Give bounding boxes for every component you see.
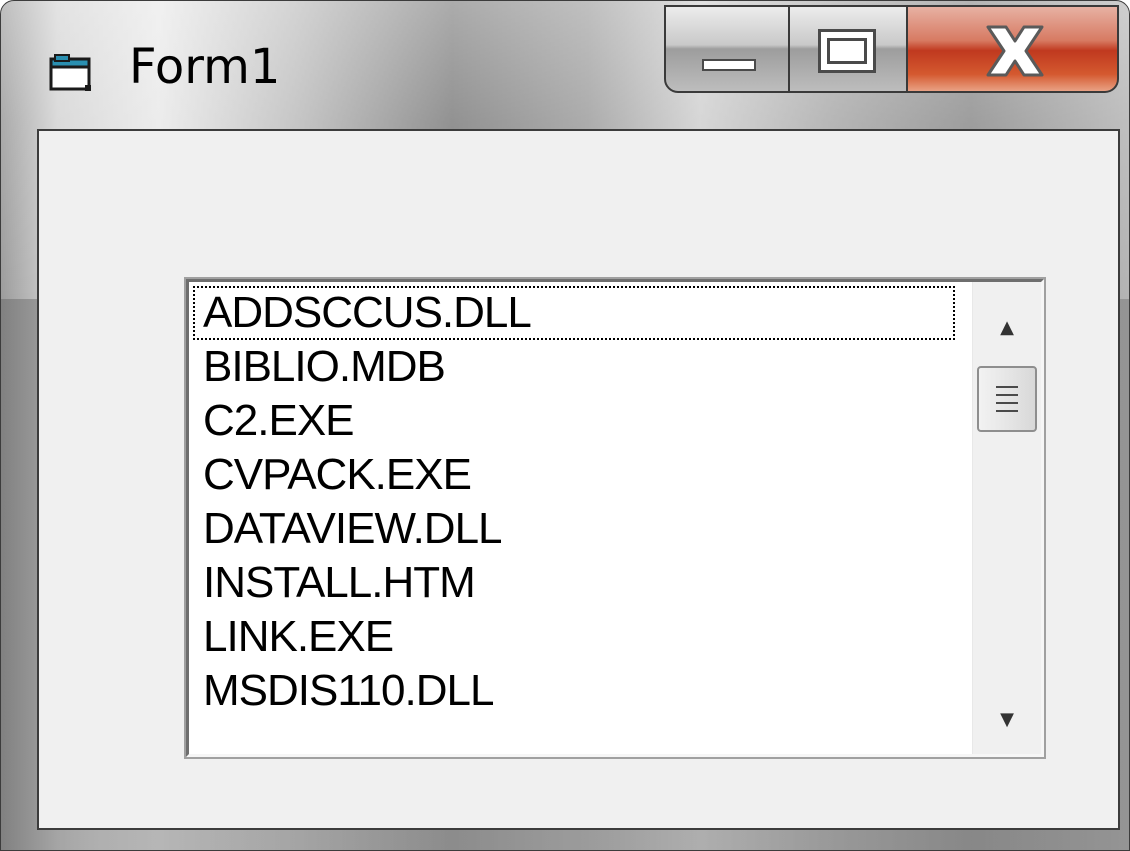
- scroll-thumb[interactable]: [977, 366, 1037, 432]
- close-icon: [980, 23, 1050, 79]
- scroll-down-arrow-icon: ▼: [1000, 708, 1014, 730]
- grip-line-icon: [996, 402, 1018, 404]
- title-bar[interactable]: Form1: [1, 1, 1129, 131]
- list-item[interactable]: C2.EXE: [193, 394, 955, 448]
- minimize-icon: [702, 59, 756, 71]
- list-item[interactable]: CVPACK.EXE: [193, 448, 955, 502]
- list-item[interactable]: BIBLIO.MDB: [193, 340, 955, 394]
- list-item[interactable]: MSDIS110.DLL: [193, 664, 955, 718]
- list-item[interactable]: DATAVIEW.DLL: [193, 502, 955, 556]
- maximize-icon: [818, 29, 876, 73]
- minimize-button[interactable]: [664, 5, 790, 93]
- caption-buttons: [664, 5, 1119, 95]
- maximize-button[interactable]: [790, 5, 908, 93]
- form1-window: Form1 ADDSCCUS.DLL BIBLIO.MDB C2.EXE CVP…: [0, 0, 1130, 851]
- grip-line-icon: [996, 394, 1018, 396]
- list-item[interactable]: ADDSCCUS.DLL: [193, 286, 955, 340]
- scroll-up-button[interactable]: ▲: [973, 300, 1041, 354]
- window-title: Form1: [129, 39, 281, 95]
- vertical-scrollbar[interactable]: ▲ ▼: [972, 282, 1041, 754]
- list-item[interactable]: INSTALL.HTM: [193, 556, 955, 610]
- grip-line-icon: [996, 386, 1018, 388]
- file-listbox[interactable]: ADDSCCUS.DLL BIBLIO.MDB C2.EXE CVPACK.EX…: [186, 279, 1044, 757]
- close-button[interactable]: [908, 5, 1119, 93]
- list-item[interactable]: LINK.EXE: [193, 610, 955, 664]
- form-client-area: ADDSCCUS.DLL BIBLIO.MDB C2.EXE CVPACK.EX…: [37, 129, 1120, 830]
- form-window-icon: [49, 53, 93, 93]
- scroll-up-arrow-icon: ▲: [1000, 316, 1014, 338]
- grip-line-icon: [996, 410, 1018, 412]
- listbox-items: ADDSCCUS.DLL BIBLIO.MDB C2.EXE CVPACK.EX…: [193, 286, 955, 718]
- scroll-down-button[interactable]: ▼: [973, 692, 1041, 746]
